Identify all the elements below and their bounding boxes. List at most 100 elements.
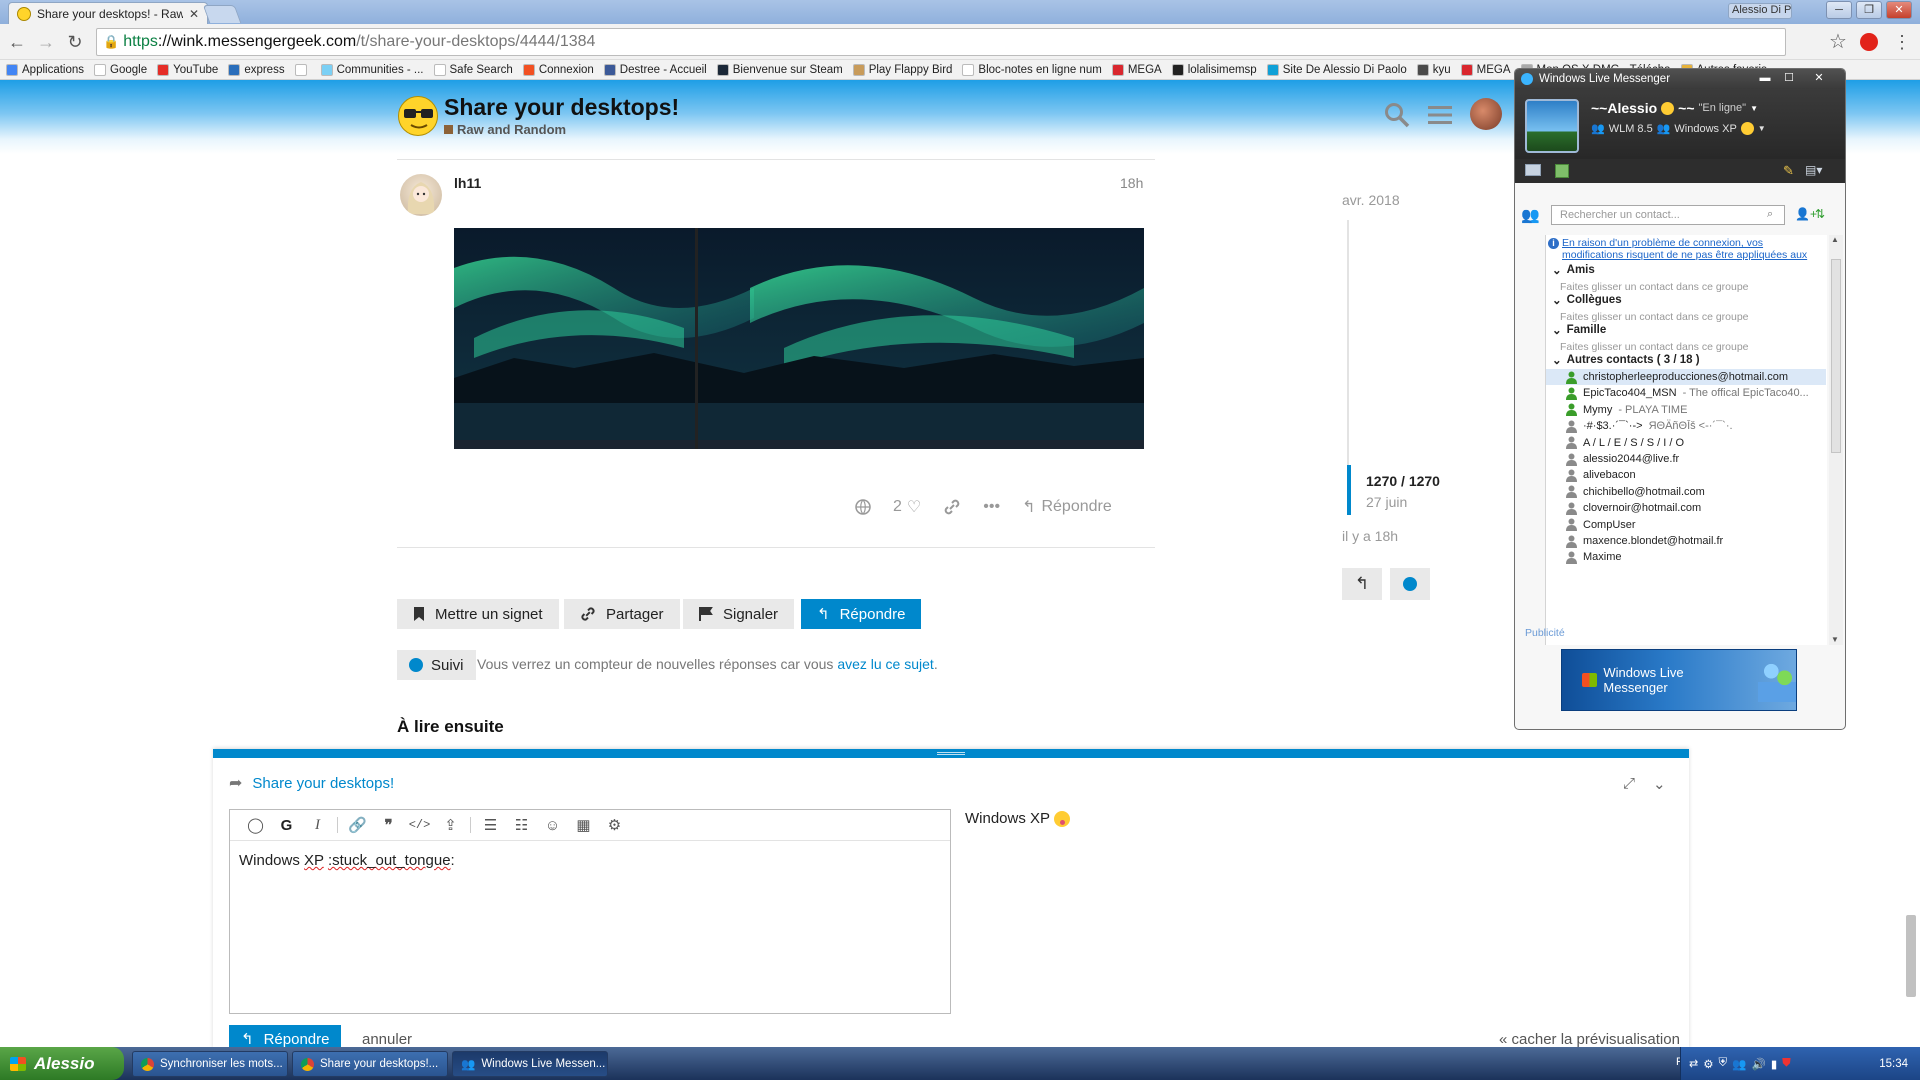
contact-item[interactable]: CompUser <box>1546 517 1826 533</box>
code-icon[interactable]: </> <box>404 818 435 832</box>
page-scrollbar-thumb[interactable] <box>1906 915 1916 997</box>
emoji-icon[interactable]: ☺ <box>537 817 568 834</box>
messenger-minimize-button[interactable]: ▬ <box>1755 72 1775 85</box>
flag-button[interactable]: Signaler <box>683 599 795 629</box>
bookmark-item[interactable]: Safe Search <box>433 63 513 76</box>
fullscreen-icon[interactable]: ⤢ <box>1623 775 1635 793</box>
add-contact-people-icon[interactable]: 👥 <box>1521 206 1540 224</box>
scroll-down-icon[interactable]: ▼ <box>1831 635 1839 644</box>
contact-list-scrollbar[interactable]: ▲ ▼ <box>1829 235 1843 645</box>
hide-preview-link[interactable]: « cacher la prévisualisation <box>1499 1031 1680 1047</box>
post-reply-button[interactable]: ↰ Répondre <box>1022 497 1112 517</box>
topic-title[interactable]: Share your desktops! <box>444 94 679 121</box>
globe-icon[interactable] <box>855 499 871 515</box>
menu-dropdown-icon[interactable]: ▤▾ <box>1805 163 1822 177</box>
composer-reply-button[interactable]: ↰ Répondre <box>229 1025 342 1047</box>
scroll-up-icon[interactable]: ▲ <box>1831 235 1839 244</box>
numbered-list-icon[interactable]: ☷ <box>506 816 537 834</box>
bookmark-item[interactable]: Bienvenue sur Steam <box>716 63 843 76</box>
bookmark-item[interactable]: Communities - ... <box>320 63 424 76</box>
chrome-menu-icon[interactable]: ⋮ <box>1888 28 1916 56</box>
new-tab-button[interactable] <box>202 5 242 23</box>
search-icon[interactable] <box>1384 102 1410 128</box>
chevron-down-icon[interactable]: ▼ <box>1750 104 1758 113</box>
category-badge[interactable]: Raw and Random <box>444 122 566 137</box>
bold-icon[interactable]: G <box>271 817 302 834</box>
display-name[interactable]: ~~Alessio ~~ "En ligne" ▼ <box>1591 100 1758 116</box>
user-avatar[interactable] <box>1470 98 1502 130</box>
contact-item[interactable]: Maxime <box>1546 549 1826 565</box>
site-logo-smiley-icon[interactable] <box>398 96 438 136</box>
back-arrow-icon[interactable]: ← <box>3 28 31 56</box>
link-icon[interactable]: 🔗 <box>342 816 373 834</box>
blockquote-icon[interactable]: ❞ <box>373 816 404 834</box>
quote-bubble-icon[interactable]: ◯ <box>240 816 271 834</box>
gear-icon[interactable]: ⚙ <box>1703 1057 1713 1071</box>
minimize-window-button[interactable]: ─ <box>1826 1 1852 19</box>
more-options-icon[interactable]: ••• <box>983 498 1000 516</box>
bookmark-item[interactable]: lolalisimemsp <box>1171 63 1257 76</box>
poster-avatar[interactable] <box>400 174 442 216</box>
bullet-list-icon[interactable]: ☰ <box>475 816 506 834</box>
group-header[interactable]: ⌄ Famille <box>1552 323 1606 337</box>
bookmark-item[interactable]: Bloc-notes en ligne num <box>962 63 1102 76</box>
timeline-start-date[interactable]: avr. 2018 <box>1342 192 1400 208</box>
link-icon[interactable] <box>943 498 961 516</box>
bookmark-item[interactable]: YouTube <box>157 63 218 76</box>
contact-item[interactable]: ·#·$3.·´¯`·-> ЯΘÄñΘĪš <-·´¯`·. <box>1546 418 1826 434</box>
contact-search-input[interactable]: Rechercher un contact... <box>1551 205 1785 225</box>
timeline-end-date[interactable]: il y a 18h <box>1342 528 1398 544</box>
shield-icon[interactable]: ⛨ <box>1719 1057 1728 1070</box>
composer-topic-link[interactable]: ➦ Share your desktops! <box>229 773 394 793</box>
group-header[interactable]: ⌄ Amis <box>1552 263 1595 277</box>
bookmark-item[interactable]: kyu <box>1416 63 1451 76</box>
forward-arrow-icon[interactable]: → <box>32 28 60 56</box>
customize-pencil-icon[interactable]: ✎ <box>1783 163 1794 179</box>
contact-item[interactable]: maxence.blondet@hotmail.fr <box>1546 533 1826 549</box>
spaces-icon[interactable] <box>1555 164 1569 178</box>
restore-window-button[interactable]: ❐ <box>1856 1 1882 19</box>
contact-item[interactable]: clovernoir@hotmail.com <box>1546 500 1826 516</box>
battery-icon[interactable]: ▮ <box>1771 1057 1777 1071</box>
timeline-notification-button[interactable] <box>1390 568 1430 600</box>
chevron-down-icon[interactable]: ▼ <box>1758 124 1766 133</box>
bookmark-item[interactable]: Site De Alessio Di Paolo <box>1266 63 1407 76</box>
contact-item[interactable]: A / L / E / S / S / I / O <box>1546 435 1826 451</box>
opera-extension-icon[interactable] <box>1860 33 1878 51</box>
add-contact-icon[interactable]: 👤+ <box>1795 207 1817 221</box>
contact-item[interactable]: christopherleeproducciones@hotmail.com <box>1546 369 1826 385</box>
inbox-icon[interactable] <box>1525 164 1541 176</box>
post-desktop-screenshot-image[interactable] <box>454 228 1144 449</box>
taskbar-item-active[interactable]: 👥 Windows Live Messen... <box>452 1051 608 1077</box>
share-button[interactable]: Partager <box>564 599 680 629</box>
contact-item[interactable]: chichibello@hotmail.com <box>1546 484 1826 500</box>
sort-contacts-icon[interactable]: ⇅ <box>1815 207 1825 221</box>
contact-item[interactable]: alivebacon <box>1546 467 1826 483</box>
taskbar-item[interactable]: Synchroniser les mots... <box>132 1051 288 1077</box>
post-timestamp[interactable]: 18h <box>1120 175 1143 191</box>
bookmark-item[interactable]: MEGA <box>1460 63 1511 76</box>
taskbar-item[interactable]: Share your desktops!... <box>292 1051 448 1077</box>
post-username[interactable]: lh11 <box>454 175 481 191</box>
composer-grip-icon[interactable] <box>937 752 965 755</box>
network-icon[interactable]: ⇄ <box>1689 1057 1698 1070</box>
bookmark-item[interactable]: Destree - Accueil <box>603 63 707 76</box>
messenger-ad-banner[interactable]: Windows Live Messenger <box>1561 649 1797 711</box>
clock[interactable]: 15:34 <box>1879 1058 1908 1070</box>
gear-icon[interactable]: ⚙ <box>599 816 630 834</box>
notification-level-button[interactable]: Suivi <box>397 650 476 680</box>
bookmark-item[interactable]: MEGA <box>1111 63 1162 76</box>
timeline-handle[interactable] <box>1347 465 1351 515</box>
contact-item[interactable]: EpicTaco404_MSN - The offical EpicTaco40… <box>1546 385 1826 401</box>
reply-button[interactable]: ↰ Répondre <box>801 599 922 629</box>
bookmark-item[interactable]: Connexion <box>522 63 594 76</box>
bookmark-item[interactable]: Play Flappy Bird <box>852 63 952 76</box>
composer-textarea[interactable]: Windows XP :stuck_out_tongue: <box>239 852 455 869</box>
close-window-button[interactable]: ✕ <box>1886 1 1912 19</box>
timeline-track[interactable] <box>1347 220 1349 505</box>
reload-icon[interactable]: ↻ <box>61 28 89 56</box>
speaker-icon[interactable]: 🔊 <box>1751 1057 1765 1071</box>
like-button[interactable]: 2 ♡ <box>893 497 921 517</box>
profile-name[interactable]: Alessio Di Pao... <box>1728 3 1792 19</box>
bookmark-item[interactable]: express <box>228 63 285 76</box>
